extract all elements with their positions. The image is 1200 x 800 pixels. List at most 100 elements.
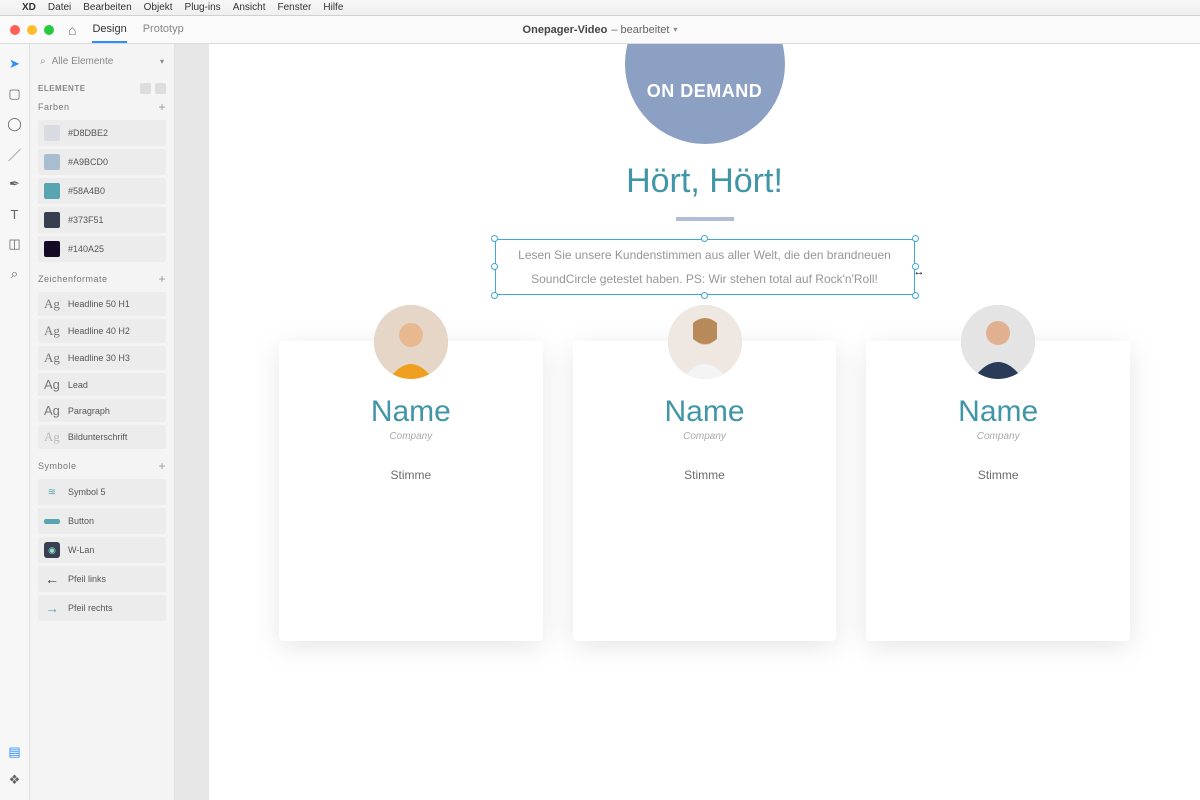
macos-menubar: XD Datei Bearbeiten Objekt Plug-ins Ansi… <box>0 0 1200 16</box>
section-title[interactable]: Hört, Hört! <box>209 162 1200 201</box>
menu-hilfe[interactable]: Hilfe <box>323 2 343 13</box>
assets-panel-icon[interactable]: ▤ <box>7 744 23 760</box>
selection-handle[interactable] <box>701 235 708 242</box>
rectangle-tool-icon[interactable]: ▢ <box>7 86 23 102</box>
color-label: #A9BCD0 <box>68 157 108 167</box>
color-label: #140A25 <box>68 244 104 254</box>
line-tool-icon[interactable]: ／ <box>7 146 23 162</box>
color-swatch-row[interactable]: #140A25 <box>38 236 166 262</box>
chevron-down-icon: ▾ <box>160 57 164 66</box>
type-preview-icon: Ag <box>44 377 60 392</box>
selection-handle[interactable] <box>701 292 708 299</box>
colors-label: Farben <box>38 102 70 112</box>
elements-label: ELEMENTE <box>38 84 86 93</box>
symbols-label: Symbole <box>38 461 77 471</box>
badge-text: ON DEMAND <box>647 81 763 102</box>
color-swatch-row[interactable]: #A9BCD0 <box>38 149 166 175</box>
menu-plugins[interactable]: Plug-ins <box>185 2 221 13</box>
minimize-icon[interactable] <box>27 25 37 35</box>
view-toggle[interactable] <box>140 83 166 94</box>
card-name: Name <box>886 395 1110 429</box>
window-topbar: ⌂ Design Prototyp Onepager-Video – bearb… <box>0 16 1200 44</box>
card-voice: Stimme <box>593 468 817 482</box>
select-tool-icon[interactable]: ➤ <box>7 56 23 72</box>
charstyle-row[interactable]: AgParagraph <box>38 399 166 422</box>
menu-objekt[interactable]: Objekt <box>144 2 173 13</box>
testimonial-cards: Name Company Stimme Name Company Stimme <box>209 295 1200 641</box>
card-voice: Stimme <box>299 468 523 482</box>
file-state: – bearbeitet <box>611 24 669 36</box>
selection-handle[interactable] <box>491 263 498 270</box>
button-icon <box>44 513 60 529</box>
color-swatch-row[interactable]: #D8DBE2 <box>38 120 166 146</box>
type-preview-icon: Ag <box>44 296 60 312</box>
app-name[interactable]: XD <box>22 2 36 13</box>
text-tool-icon[interactable]: T <box>7 206 23 222</box>
charstyles-label: Zeichenformate <box>38 274 108 284</box>
charstyle-row[interactable]: AgHeadline 40 H2 <box>38 319 166 343</box>
card-company: Company <box>593 431 817 442</box>
menu-ansicht[interactable]: Ansicht <box>233 2 266 13</box>
maximize-icon[interactable] <box>44 25 54 35</box>
charstyles-header: Zeichenformate + <box>38 272 166 286</box>
tool-rail: ➤ ▢ ◯ ／ ✒ T ◫ ⌕ ▤ ❖ <box>0 44 30 800</box>
symbol-row[interactable]: ←Pfeil links <box>38 566 166 592</box>
layers-panel-icon[interactable]: ❖ <box>7 772 23 788</box>
hero-badge[interactable]: ON DEMAND <box>625 44 785 144</box>
tab-design[interactable]: Design <box>92 17 126 43</box>
charstyle-row[interactable]: AgHeadline 30 H3 <box>38 346 166 370</box>
zoom-tool-icon[interactable]: ⌕ <box>7 266 23 282</box>
arrow-right-icon: → <box>44 600 60 616</box>
symbols-header: Symbole + <box>38 459 166 473</box>
testimonial-card[interactable]: Name Company Stimme <box>573 341 837 641</box>
assets-panel: ⌕ Alle Elemente ▾ ELEMENTE Farben + #D8D… <box>30 44 175 800</box>
selected-text-element[interactable]: Lesen Sie unsere Kundenstimmen aus aller… <box>495 239 915 295</box>
close-icon[interactable] <box>10 25 20 35</box>
charstyle-row[interactable]: AgBildunterschrift <box>38 425 166 449</box>
swatch-icon <box>44 212 60 228</box>
file-name: Onepager-Video <box>523 24 608 36</box>
avatar <box>668 305 742 379</box>
color-label: #58A4B0 <box>68 186 105 196</box>
card-voice: Stimme <box>886 468 1110 482</box>
artboard[interactable]: ON DEMAND Hört, Hört! Lesen Sie unsere K… <box>209 44 1200 800</box>
symbol-row[interactable]: →Pfeil rechts <box>38 595 166 621</box>
document-title[interactable]: Onepager-Video – bearbeitet ▾ <box>523 24 678 36</box>
artboard-tool-icon[interactable]: ◫ <box>7 236 23 252</box>
menu-fenster[interactable]: Fenster <box>277 2 311 13</box>
charstyle-row[interactable]: AgHeadline 50 H1 <box>38 292 166 316</box>
symbol-row[interactable]: ◉W-Lan <box>38 537 166 563</box>
selection-handle[interactable] <box>491 235 498 242</box>
testimonial-card[interactable]: Name Company Stimme <box>866 341 1130 641</box>
symbol-row[interactable]: Button <box>38 508 166 534</box>
home-icon[interactable]: ⌂ <box>68 22 76 38</box>
testimonial-card[interactable]: Name Company Stimme <box>279 341 543 641</box>
type-preview-icon: Ag <box>44 350 60 366</box>
window-controls <box>0 25 54 35</box>
ellipse-tool-icon[interactable]: ◯ <box>7 116 23 132</box>
add-charstyle-button[interactable]: + <box>158 272 166 286</box>
menu-datei[interactable]: Datei <box>48 2 71 13</box>
pen-tool-icon[interactable]: ✒ <box>7 176 23 192</box>
menu-bearbeiten[interactable]: Bearbeiten <box>83 2 131 13</box>
canvas[interactable]: ON DEMAND Hört, Hört! Lesen Sie unsere K… <box>175 44 1200 800</box>
search-icon: ⌕ <box>40 56 46 67</box>
color-label: #D8DBE2 <box>68 128 108 138</box>
type-preview-icon: Ag <box>44 323 60 339</box>
assets-search[interactable]: ⌕ Alle Elemente ▾ <box>38 52 166 77</box>
waves-icon: ≋ <box>44 484 60 500</box>
color-swatch-row[interactable]: #58A4B0 <box>38 178 166 204</box>
symbol-row[interactable]: ≋Symbol 5 <box>38 479 166 505</box>
selection-handle[interactable] <box>491 292 498 299</box>
card-company: Company <box>299 431 523 442</box>
mode-tabs: Design Prototyp <box>92 17 183 43</box>
tab-prototype[interactable]: Prototyp <box>143 17 184 43</box>
color-swatch-row[interactable]: #373F51 <box>38 207 166 233</box>
add-symbol-button[interactable]: + <box>158 459 166 473</box>
colors-header: Farben + <box>38 100 166 114</box>
add-color-button[interactable]: + <box>158 100 166 114</box>
selection-handle[interactable] <box>912 235 919 242</box>
selection-handle[interactable] <box>912 292 919 299</box>
charstyle-row[interactable]: AgLead <box>38 373 166 396</box>
avatar <box>961 305 1035 379</box>
